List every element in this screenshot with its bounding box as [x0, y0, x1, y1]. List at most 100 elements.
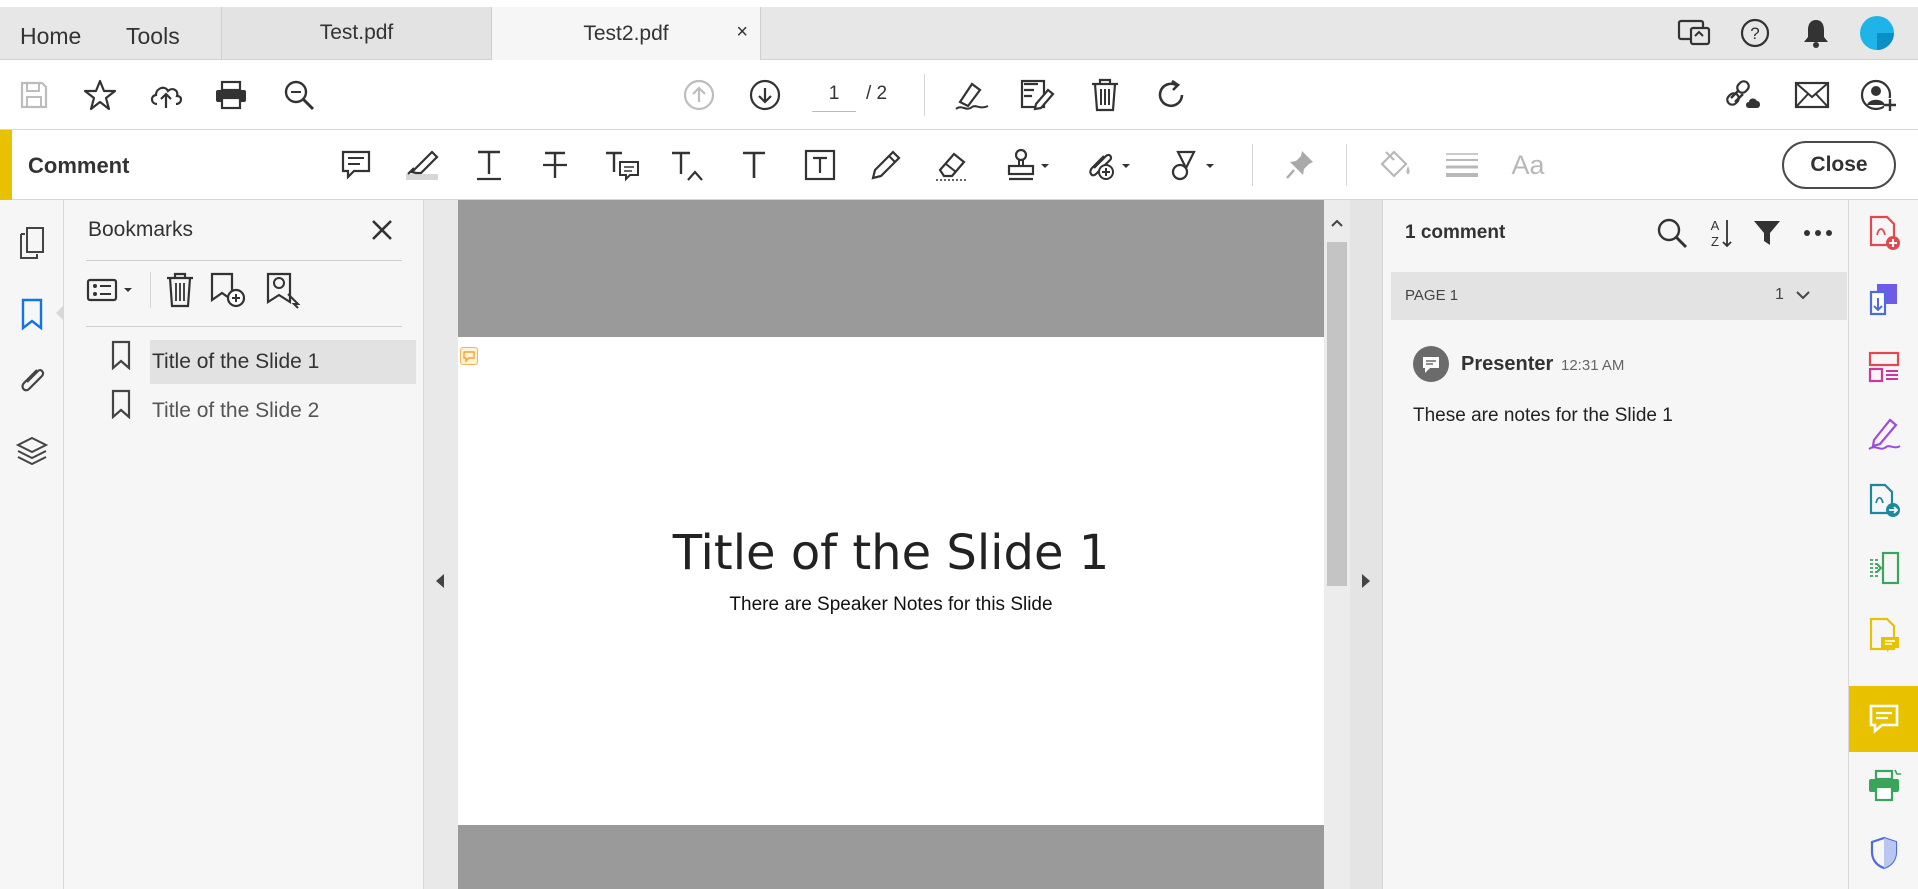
bookmarks-panel: Bookmarks Title of the Slide 1 Title of … [64, 200, 424, 889]
collapse-left-panel-arrow-icon[interactable] [434, 572, 446, 590]
svg-text:?: ? [1750, 24, 1759, 43]
comment-toolbar: Comment Aa Close [0, 130, 1918, 200]
bookmark-item-label: Title of the Slide 1 [152, 350, 320, 373]
share-screen-icon[interactable] [1674, 13, 1714, 53]
slide-title: Title of the Slide 1 [672, 525, 1110, 581]
comment-tool-icon[interactable] [1864, 699, 1904, 739]
user-avatar-icon[interactable] [1857, 13, 1897, 53]
upload-cloud-icon[interactable] [146, 75, 186, 115]
send-for-review-icon[interactable] [1864, 481, 1904, 521]
comment-note-marker-icon[interactable] [460, 347, 478, 365]
more-options-icon[interactable] [1801, 216, 1835, 250]
delete-bookmark-icon[interactable] [162, 270, 198, 310]
attachments-paperclip-icon[interactable] [12, 361, 52, 401]
chevron-down-icon[interactable] [1795, 289, 1811, 301]
close-bookmarks-icon[interactable] [366, 214, 398, 246]
page-total: / 2 [866, 83, 888, 104]
help-icon[interactable]: ? [1735, 13, 1775, 53]
print-production-icon[interactable] [1864, 766, 1904, 806]
export-pdf-icon[interactable] [1864, 280, 1904, 320]
fill-sign-pen-icon[interactable] [952, 75, 992, 115]
filter-comments-icon[interactable] [1751, 216, 1783, 250]
comment-author: Presenter [1461, 353, 1554, 375]
request-signature-icon[interactable] [1864, 615, 1904, 655]
text-properties-icon[interactable]: Aa [1508, 145, 1548, 185]
sticky-note-icon[interactable] [336, 145, 376, 185]
insert-text-icon[interactable] [668, 145, 708, 185]
new-bookmark-icon[interactable] [208, 270, 248, 310]
pdf-page[interactable]: Title of the Slide 1 There are Speaker N… [458, 337, 1324, 825]
save-icon[interactable] [14, 75, 54, 115]
edit-pdf-icon[interactable] [1018, 75, 1058, 115]
document-tab-test[interactable]: Test.pdf [221, 7, 491, 59]
bookmark-icon [110, 389, 132, 419]
pencil-draw-icon[interactable] [866, 145, 906, 185]
underline-text-icon[interactable] [469, 145, 509, 185]
highlight-text-icon[interactable] [402, 145, 442, 185]
bookmark-item-slide-2[interactable]: Title of the Slide 2 [150, 389, 416, 433]
add-user-share-icon[interactable] [1858, 75, 1898, 115]
home-tab[interactable]: Home [20, 23, 81, 50]
tools-tab[interactable]: Tools [126, 23, 180, 50]
page-number-input[interactable]: 1 [812, 76, 856, 112]
add-text-comment-icon[interactable] [734, 145, 774, 185]
stamp-tool-icon[interactable] [1004, 145, 1052, 185]
scrollbar-thumb[interactable] [1327, 242, 1347, 586]
delete-trash-icon[interactable] [1085, 75, 1125, 115]
pin-icon[interactable] [1280, 145, 1320, 185]
comment-text[interactable]: These are notes for the Slide 1 [1413, 405, 1673, 427]
close-comment-button[interactable]: Close [1782, 141, 1896, 189]
search-comments-icon[interactable] [1655, 216, 1689, 250]
notifications-bell-icon[interactable] [1796, 13, 1836, 53]
text-properties-label: Aa [1511, 149, 1545, 180]
comments-page-group[interactable]: PAGE 1 1 [1391, 272, 1847, 320]
text-box-icon[interactable] [800, 145, 840, 185]
next-page-icon[interactable] [745, 75, 785, 115]
share-link-cloud-icon[interactable] [1724, 75, 1764, 115]
eraser-icon[interactable] [932, 145, 972, 185]
comment-timestamp: 12:31 AM [1561, 357, 1625, 374]
document-tab-test2[interactable]: Test2.pdf × [491, 7, 761, 60]
strikethrough-text-icon[interactable] [535, 145, 575, 185]
comment-author-avatar-icon [1413, 346, 1449, 382]
svg-text:A: A [1711, 218, 1720, 233]
left-navigation-rail [0, 200, 65, 889]
bookmark-star-icon[interactable] [80, 75, 120, 115]
find-bookmark-icon[interactable] [264, 270, 304, 310]
zoom-search-icon[interactable] [279, 75, 319, 115]
page-gap-top [458, 200, 1324, 337]
comment-toolbar-title: Comment [28, 153, 130, 178]
slide-subtitle: There are Speaker Notes for this Slide [729, 594, 1053, 615]
bookmark-options-icon[interactable] [86, 270, 138, 310]
compare-files-icon[interactable] [1864, 548, 1904, 588]
create-pdf-icon[interactable] [1864, 213, 1904, 253]
scroll-up-arrow-icon[interactable] [1330, 218, 1344, 228]
comments-panel: 1 comment AZ PAGE 1 1 Presenter 12:31 AM… [1382, 200, 1848, 889]
shapes-tool-icon[interactable] [1165, 145, 1217, 185]
page-thumbnails-icon[interactable] [12, 223, 52, 263]
add-note-to-text-icon[interactable] [602, 145, 642, 185]
print-icon[interactable] [211, 75, 251, 115]
bookmarks-panel-icon[interactable] [12, 294, 52, 334]
organize-pages-icon[interactable] [1864, 347, 1904, 387]
rotate-redo-icon[interactable] [1151, 75, 1191, 115]
page-gap-bottom [458, 825, 1324, 889]
collapse-right-panel-arrow-icon[interactable] [1360, 572, 1372, 590]
page-group-count: 1 [1775, 286, 1784, 303]
document-tab-label: Test.pdf [319, 21, 394, 44]
email-envelope-icon[interactable] [1792, 75, 1832, 115]
fill-and-sign-icon[interactable] [1864, 414, 1904, 454]
sort-comments-icon[interactable]: AZ [1705, 216, 1735, 250]
line-thickness-icon[interactable] [1442, 145, 1482, 185]
close-tab-icon[interactable]: × [736, 21, 748, 44]
bookmark-item-slide-1[interactable]: Title of the Slide 1 [150, 340, 416, 384]
layers-icon[interactable] [12, 432, 52, 472]
fill-color-bucket-icon[interactable] [1376, 145, 1416, 185]
protect-shield-icon[interactable] [1864, 833, 1904, 873]
bookmarks-title: Bookmarks [88, 218, 194, 241]
main-toolbar: 1 / 2 [0, 60, 1918, 130]
top-tab-bar: Home Tools Test.pdf Test2.pdf × ? [0, 0, 1918, 60]
previous-page-icon[interactable] [679, 75, 719, 115]
attach-file-icon[interactable] [1081, 145, 1133, 185]
comment-count: 1 comment [1405, 222, 1506, 243]
